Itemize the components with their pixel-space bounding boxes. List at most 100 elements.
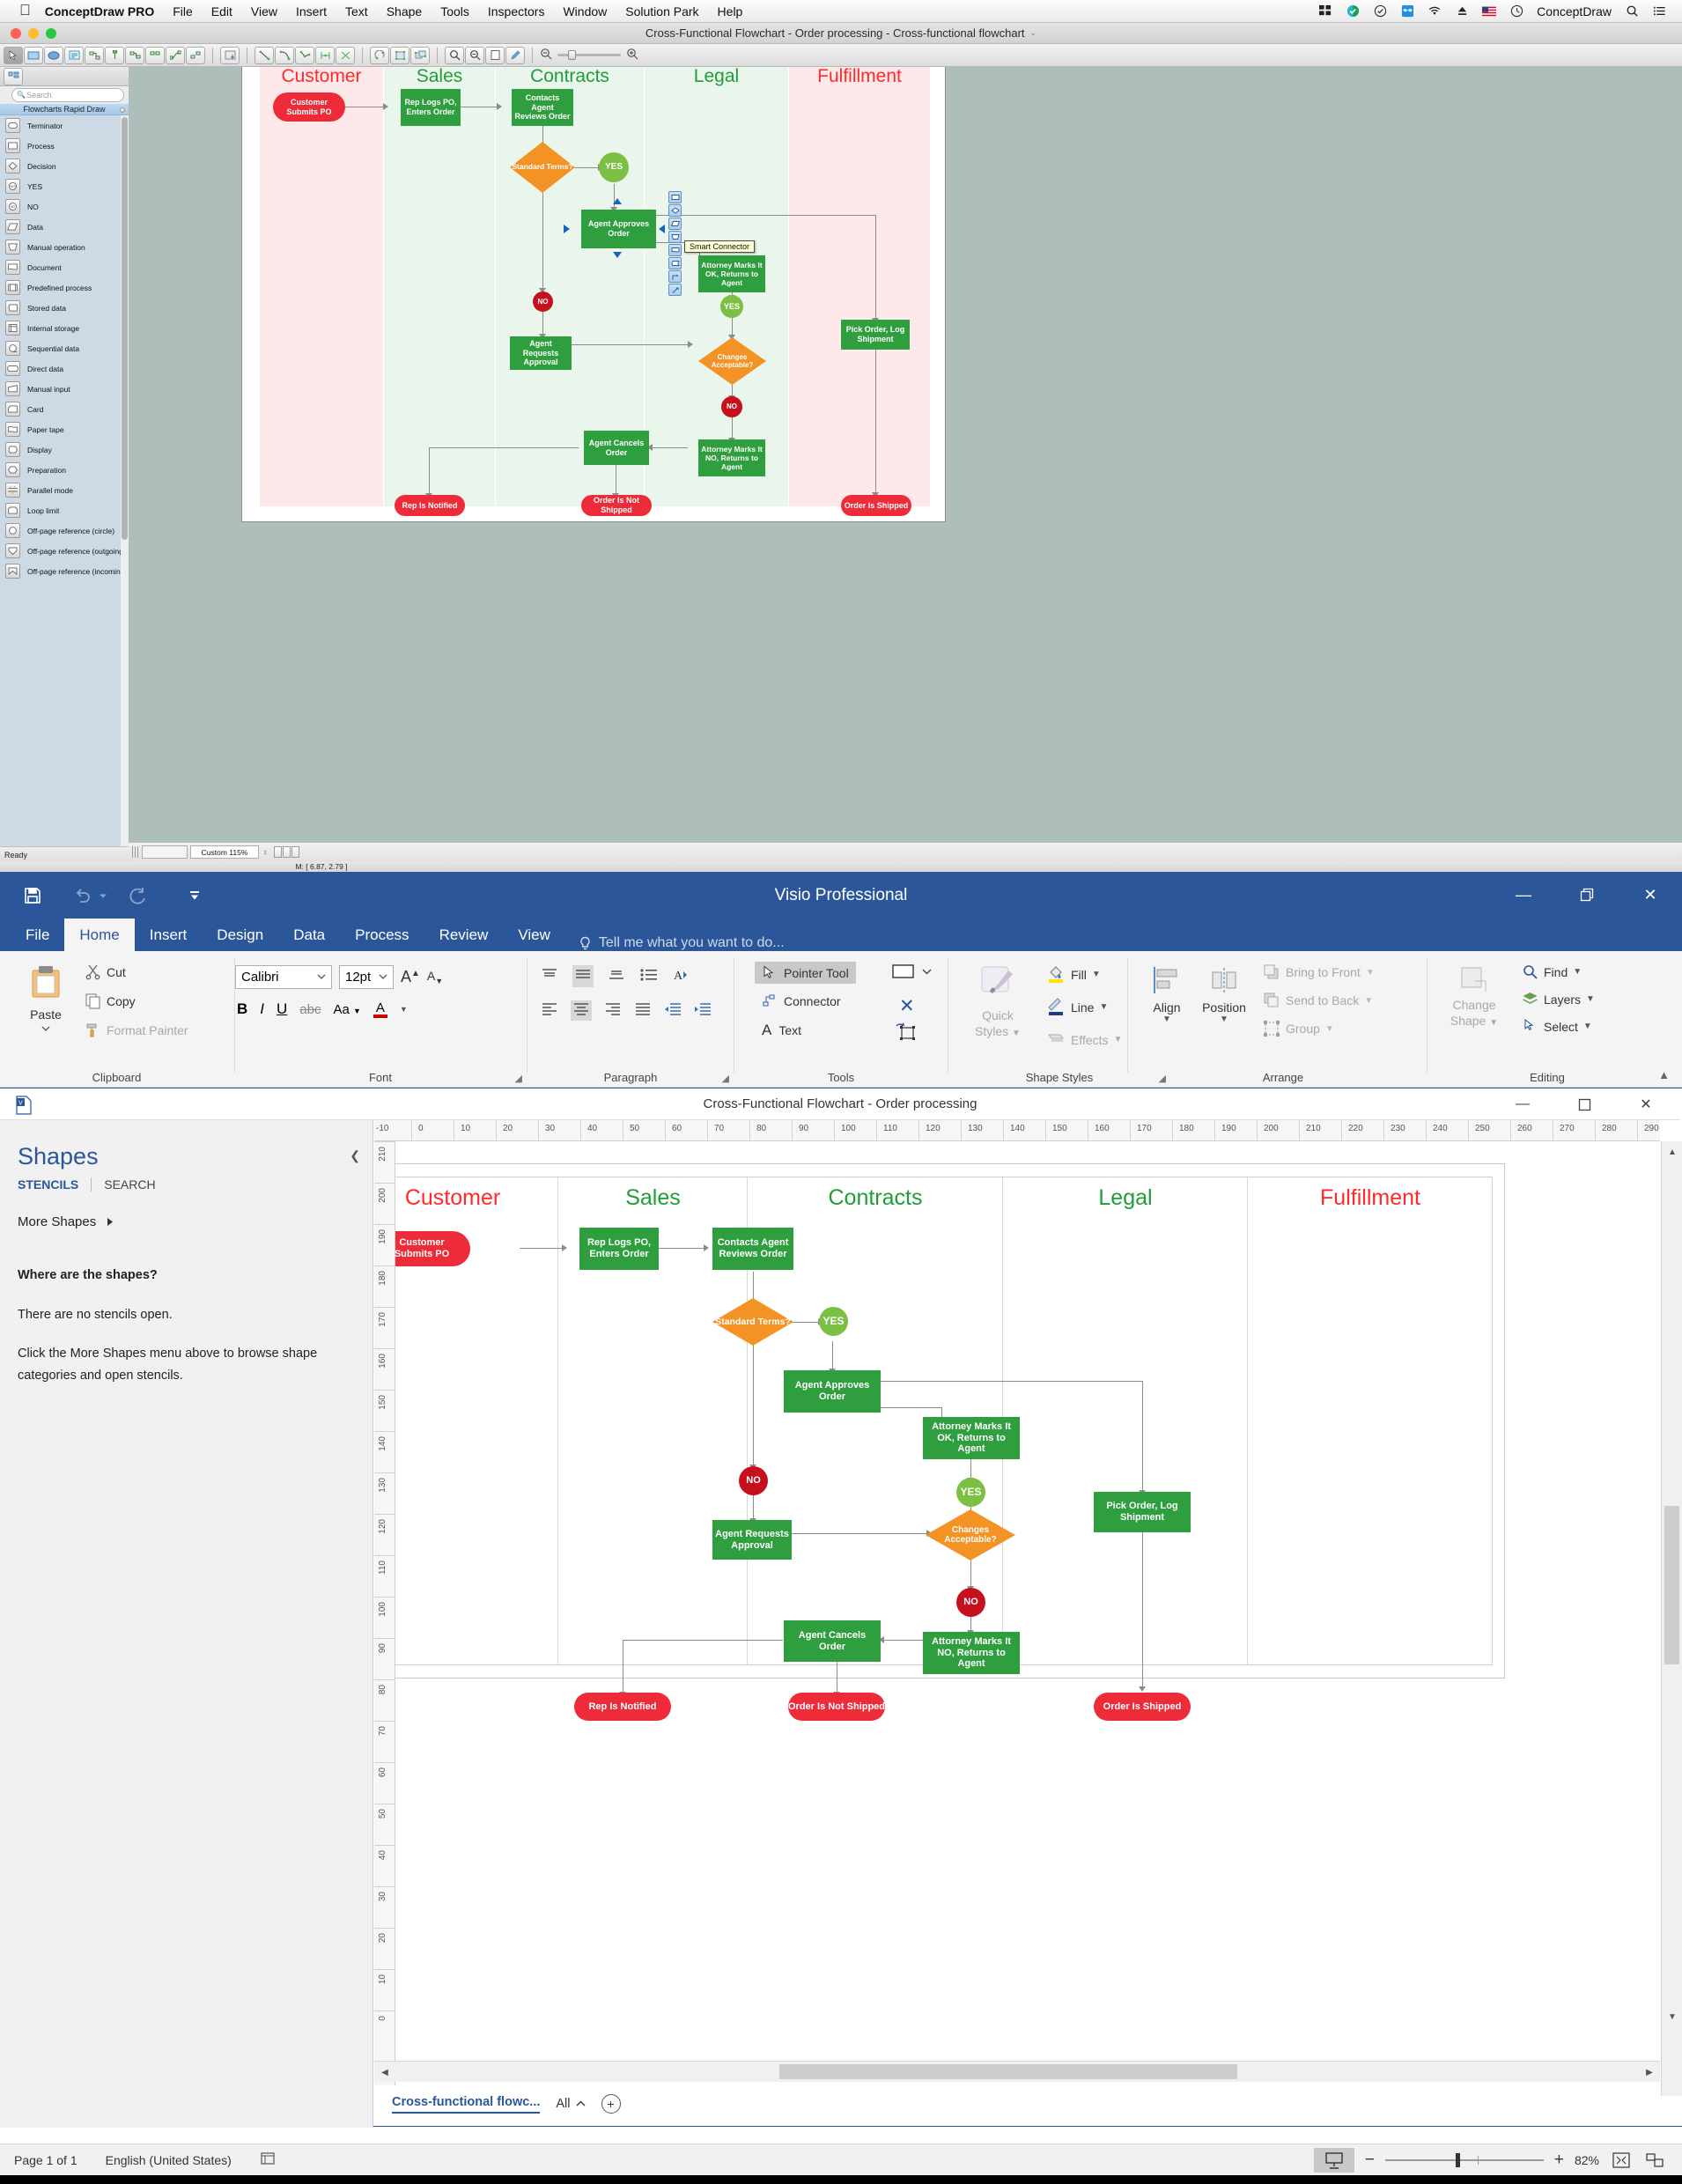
node-agent-requests-approval[interactable]: Agent Requests Approval	[712, 1520, 792, 1560]
tab-review[interactable]: Review	[424, 919, 504, 951]
terminator-shape-icon[interactable]	[5, 118, 20, 133]
zoom-in-icon[interactable]	[445, 46, 464, 64]
visio-window-buttons[interactable]: — ✕	[1492, 872, 1682, 919]
node-attorney-marks-ok[interactable]: Attorney Marks It OK, Returns to Agent	[923, 1417, 1020, 1459]
node-no-changes[interactable]: NO	[721, 396, 742, 417]
node-yes-standard-terms[interactable]: YES	[819, 1307, 848, 1336]
stencil-item-stored-data[interactable]: Stored data	[0, 298, 129, 318]
chevron-down-icon[interactable]: ▼	[1099, 1002, 1108, 1012]
quick-styles-button[interactable]: Quick Styles ▼	[960, 963, 1036, 1039]
decrease-indent-icon[interactable]	[664, 1002, 682, 1019]
font-size-select[interactable]: 12pt	[339, 965, 394, 989]
node-customer-submits-po[interactable]: Customer Submits PO	[273, 92, 345, 122]
fit-width-icon[interactable]	[1643, 2151, 1666, 2169]
page-tabs-bar[interactable]: Cross-functional flowc... All +	[374, 2085, 1660, 2122]
ribbon-tabs[interactable]: File Home Insert Design Data Process Rev…	[0, 919, 1682, 951]
node-yes-changes[interactable]: YES	[956, 1478, 985, 1507]
menu-file[interactable]: File	[173, 4, 193, 18]
direct-data-shape-icon[interactable]	[5, 361, 20, 376]
menu-window[interactable]: Window	[563, 4, 607, 18]
stencil-item-direct-data[interactable]: Direct data	[0, 358, 129, 379]
chevron-down-icon[interactable]: ▼	[1573, 967, 1582, 977]
menu-shape[interactable]: Shape	[387, 4, 422, 18]
page-view-buttons[interactable]	[274, 846, 299, 858]
page-tab-cross-functional[interactable]: Cross-functional flowc...	[392, 2095, 541, 2114]
bullets-icon[interactable]	[639, 967, 659, 985]
stencil-item-document[interactable]: Document	[0, 257, 129, 277]
stencil-item-parallel-mode[interactable]: Parallel mode	[0, 480, 129, 500]
paragraph-dialog-launcher-icon[interactable]: ◢	[722, 1073, 729, 1084]
effects-button[interactable]: Effects ▼	[1046, 1029, 1122, 1051]
node-pick-order-log-shipment[interactable]: Pick Order, Log Shipment	[1094, 1492, 1191, 1532]
us-flag-icon[interactable]	[1482, 4, 1497, 18]
straight-line-icon[interactable]	[255, 46, 274, 64]
tab-view[interactable]: View	[503, 919, 565, 951]
format-painter-button[interactable]: Format Painter	[85, 1022, 188, 1038]
menu-inspectors[interactable]: Inspectors	[488, 4, 545, 18]
collapse-ribbon-icon[interactable]: ▲	[1658, 1068, 1670, 1081]
ellipse-tool-icon[interactable]	[44, 46, 63, 64]
status-app-label[interactable]: ConceptDraw	[1537, 4, 1612, 18]
node-contacts-agent-reviews-order[interactable]: Contacts Agent Reviews Order	[712, 1228, 793, 1270]
multi-page-view-icon[interactable]	[291, 846, 299, 858]
position-button[interactable]: Position ▼	[1196, 965, 1252, 1024]
line-button[interactable]: Line ▼	[1046, 996, 1122, 1018]
chevron-down-icon[interactable]: ▼	[1196, 1015, 1252, 1024]
chevron-down-icon[interactable]: ▼	[1586, 994, 1595, 1004]
menu-view[interactable]: View	[251, 4, 277, 18]
node-customer-submits-po[interactable]: Customer Submits PO	[395, 1231, 470, 1266]
vertical-scrollbar[interactable]: ▲ ▼	[1661, 1141, 1682, 2096]
stencils-tab[interactable]: STENCILS	[18, 1177, 78, 1192]
decision-shape-icon[interactable]	[668, 204, 682, 217]
node-agent-approves-order[interactable]: Agent Approves Order	[784, 1370, 881, 1413]
two-page-view-icon[interactable]	[283, 846, 291, 858]
node-rep-is-notified[interactable]: Rep Is Notified	[574, 1693, 671, 1721]
connector-tool-icon[interactable]	[85, 46, 104, 64]
join-points-icon[interactable]	[315, 46, 335, 64]
italic-icon[interactable]: I	[260, 1000, 264, 1018]
window-traffic-lights[interactable]	[11, 28, 56, 39]
conceptdraw-canvas[interactable]: Customer Sales Contracts Legal Fulfillme…	[129, 67, 1682, 842]
chevron-left-icon[interactable]: ❮	[350, 1148, 360, 1163]
zoom-slider[interactable]	[1384, 2152, 1544, 2167]
cut-button[interactable]: Cut	[85, 963, 188, 980]
rotate-shape-icon[interactable]	[370, 46, 389, 64]
fit-page-icon[interactable]	[1610, 2151, 1633, 2169]
loop-limit-shape-icon[interactable]	[5, 503, 20, 518]
add-page-button[interactable]: +	[601, 2094, 621, 2114]
stored-data-shape-icon[interactable]	[5, 300, 20, 315]
card-shape-icon[interactable]	[5, 402, 20, 417]
node-rep-logs-po[interactable]: Rep Logs PO, Enters Order	[579, 1228, 659, 1270]
horizontal-ruler[interactable]: -10 0 10 20 30 40 50 60 70 80 90 100 110 120 130 140 150…	[374, 1120, 1660, 1141]
all-pages-button[interactable]: All	[556, 2097, 585, 2111]
node-attorney-marks-no[interactable]: Attorney Marks It NO, Returns to Agent	[698, 439, 765, 476]
grow-font-icon[interactable]: A▲	[401, 968, 420, 986]
presentation-mode-icon[interactable]	[1313, 2147, 1354, 2173]
stencil-item-process[interactable]: Process	[0, 136, 129, 156]
bold-icon[interactable]: B	[237, 1000, 247, 1018]
stencil-item-yes[interactable]: YES YES	[0, 176, 129, 196]
font-dialog-launcher-icon[interactable]: ◢	[515, 1073, 522, 1084]
manual-operation-shape-icon[interactable]	[668, 231, 682, 243]
zoom-slider-thumb[interactable]	[1455, 2152, 1460, 2167]
export-icon[interactable]	[220, 46, 240, 64]
search-input[interactable]: 🔍 Search	[11, 88, 124, 102]
panel-grip[interactable]	[132, 846, 139, 858]
toolbar-group-lines[interactable]	[255, 46, 355, 64]
yes-shape-icon[interactable]: YES	[5, 179, 20, 194]
delete-icon[interactable]: ✕	[899, 995, 915, 1017]
zoom-slider-track[interactable]	[557, 50, 621, 60]
title-dropdown-icon[interactable]: ⌄	[1030, 28, 1037, 38]
chevron-down-icon[interactable]: ▼	[1366, 968, 1375, 978]
clock-icon[interactable]	[1509, 4, 1523, 18]
node-no-standard-terms[interactable]: NO	[533, 291, 553, 312]
node-order-is-not-shipped[interactable]: Order Is Not Shipped	[581, 495, 652, 516]
stencil-item-preparation[interactable]: Preparation	[0, 460, 129, 480]
arc-connector-icon[interactable]	[186, 46, 205, 64]
minimize-icon[interactable]: —	[1492, 872, 1555, 919]
predefined-process-shape-icon[interactable]	[5, 280, 20, 295]
node-changes-acceptable[interactable]: Changes Acceptable?	[926, 1509, 1015, 1561]
stencil-item-loop-limit[interactable]: Loop limit	[0, 500, 129, 520]
rectangle-tool-button[interactable]	[892, 963, 932, 979]
smart-connector-icon[interactable]	[668, 284, 682, 296]
